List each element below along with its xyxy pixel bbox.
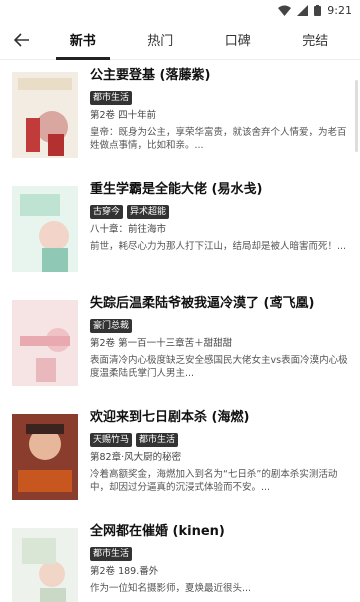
- book-latest-chapter: 第2卷 189.番外: [90, 566, 159, 577]
- book-cover: [12, 300, 78, 386]
- book-item[interactable]: 欢迎来到七日剧本杀 (海燃) 天赐竹马 都市生活 第82章·风大厨的秘密 冷着高…: [12, 408, 360, 518]
- book-cover: [12, 414, 78, 500]
- book-description: 作为一位知名摄影师，夏焕最近很头...: [90, 583, 252, 594]
- book-title: 失踪后温柔陆爷被我逼冷漠了 (鸢飞凰): [90, 296, 315, 311]
- book-title: 公主要登基 (落藤紫): [90, 68, 211, 83]
- back-arrow-icon: [14, 32, 29, 47]
- status-time: 9:21: [327, 3, 352, 17]
- battery-icon: [314, 4, 322, 16]
- book-title: 重生学霸是全能大佬 (易水戋): [90, 182, 263, 197]
- status-bar: 9:21: [0, 0, 360, 20]
- signal-icon: [297, 4, 309, 16]
- book-tag: 古穿今: [90, 205, 124, 219]
- book-tag: 都市生活: [90, 547, 133, 561]
- top-bar: 新书 热门 口碑 完结: [0, 20, 360, 60]
- book-cover: [12, 72, 78, 158]
- book-tag: 都市生活: [90, 91, 133, 105]
- book-latest-chapter: 第82章·风大厨的秘密: [90, 452, 182, 463]
- book-description: 冷着高额奖金，海燃加入到名为“七日杀”的剧本杀实测活动中，却因过分逼真的沉浸式体…: [90, 469, 338, 493]
- book-title: 全网都在催婚 (kinen): [90, 524, 225, 539]
- book-tag: 天赐竹马: [90, 433, 133, 447]
- book-description: 前世，耗尽心力为那人打下江山，结局却是被人暗害而死！...: [90, 241, 347, 252]
- book-tag: 豪门总裁: [90, 319, 133, 333]
- book-item[interactable]: 失踪后温柔陆爷被我逼冷漠了 (鸢飞凰) 豪门总裁 第2卷 第一百一十三章苦＋甜甜…: [12, 294, 360, 404]
- book-cover: [12, 186, 78, 272]
- tab-new[interactable]: 新书: [55, 20, 110, 60]
- book-title: 欢迎来到七日剧本杀 (海燃): [90, 410, 250, 425]
- book-description: 表面清冷内心极度缺乏安全感国民大佬女主vs表面冷漠内心极度温柔陆氏掌门人男主..…: [90, 355, 348, 379]
- book-tags: 天赐竹马 都市生活: [90, 433, 350, 447]
- book-tag: 都市生活: [136, 433, 179, 447]
- book-tags: 豪门总裁: [90, 319, 350, 333]
- category-tabs: 新书 热门 口碑 完结: [44, 20, 360, 60]
- book-item[interactable]: 全网都在催婚 (kinen) 都市生活 第2卷 189.番外 作为一位知名摄影师…: [12, 522, 360, 602]
- tab-reputation[interactable]: 口碑: [215, 20, 261, 60]
- book-item[interactable]: 重生学霸是全能大佬 (易水戋) 古穿今 异术超能 八十章：前往海市 前世，耗尽心…: [12, 180, 360, 290]
- book-latest-chapter: 第2卷 四十年前: [90, 110, 157, 121]
- back-button[interactable]: [0, 20, 44, 60]
- book-latest-chapter: 第2卷 第一百一十三章苦＋甜甜甜: [90, 338, 233, 349]
- tab-hot[interactable]: 热门: [137, 20, 183, 60]
- wifi-icon: [278, 5, 292, 16]
- scroll-indicator: [355, 80, 358, 152]
- tab-finished[interactable]: 完结: [292, 20, 338, 60]
- book-latest-chapter: 八十章：前往海市: [90, 224, 167, 235]
- book-tag: 异术超能: [127, 205, 170, 219]
- book-cover: [12, 528, 78, 602]
- book-tags: 古穿今 异术超能: [90, 205, 350, 219]
- book-item[interactable]: 公主要登基 (落藤紫) 都市生活 第2卷 四十年前 皇帝：既身为公主，享荣华富贵…: [12, 66, 360, 176]
- book-tags: 都市生活: [90, 91, 350, 105]
- book-list: 公主要登基 (落藤紫) 都市生活 第2卷 四十年前 皇帝：既身为公主，享荣华富贵…: [0, 60, 360, 602]
- book-description: 皇帝：既身为公主，享荣华富贵，就该舍弃个人情爱，为老百姓做点事情，比如和亲。..…: [90, 127, 347, 151]
- book-tags: 都市生活: [90, 547, 350, 561]
